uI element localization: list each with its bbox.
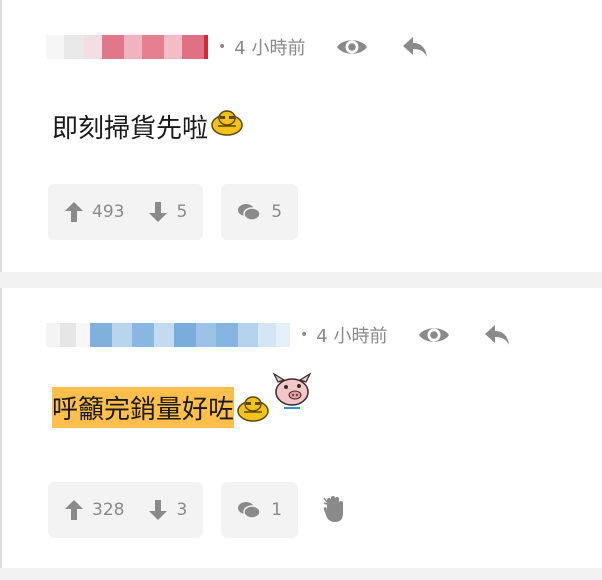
upvote-count: 328 — [92, 500, 125, 520]
author-name-blurred[interactable] — [46, 35, 208, 59]
duck-emoji-icon — [236, 394, 270, 431]
hand-icon[interactable] — [322, 482, 348, 538]
downvote-button[interactable]: 3 — [148, 499, 187, 521]
arrow-up-icon — [65, 202, 83, 222]
reply-arrow-icon[interactable] — [483, 323, 511, 347]
post-meta: • 4 小時前 — [290, 322, 387, 348]
post-text: 即刻掃貨先啦 — [52, 114, 209, 144]
upvote-button[interactable]: 493 — [64, 201, 124, 223]
arrow-up-icon — [65, 500, 83, 520]
downvote-count: 5 — [176, 202, 188, 222]
post-meta: • 4 小時前 — [208, 34, 305, 60]
upvote-count: 493 — [92, 202, 125, 222]
arrow-down-icon — [149, 500, 168, 520]
post-card: • 4 小時前 即刻掃貨先啦 493 5 5 — [0, 0, 602, 272]
post-card: • 4 小時前 呼籲完銷量好咗 328 3 1 — [0, 288, 602, 568]
post-actions: 328 3 1 — [48, 482, 348, 538]
post-time: 4 小時前 — [316, 326, 388, 347]
reply-arrow-icon[interactable] — [401, 35, 429, 59]
separator-dot: • — [300, 327, 309, 343]
vote-box: 493 5 — [48, 184, 204, 240]
downvote-button[interactable]: 5 — [148, 201, 187, 223]
chat-bubbles-icon — [238, 204, 262, 221]
post-content: 即刻掃貨先啦 — [52, 108, 244, 145]
eye-icon[interactable] — [335, 36, 369, 58]
reply-count-button[interactable]: 5 — [221, 184, 299, 240]
post-header: • 4 小時前 — [46, 32, 429, 62]
pig-emoji-icon — [272, 372, 312, 421]
post-header: • 4 小時前 — [46, 320, 511, 350]
reply-count: 5 — [271, 202, 283, 222]
post-time: 4 小時前 — [234, 38, 306, 59]
post-text-highlighted: 呼籲完銷量好咗 — [52, 387, 235, 428]
separator-dot: • — [218, 39, 227, 55]
arrow-down-icon — [149, 202, 168, 222]
reply-count: 1 — [271, 500, 283, 520]
author-name-blurred[interactable] — [46, 323, 290, 347]
downvote-count: 3 — [176, 500, 188, 520]
eye-icon[interactable] — [417, 324, 451, 346]
vote-box: 328 3 — [48, 482, 204, 538]
post-content: 呼籲完銷量好咗 — [52, 372, 312, 431]
chat-bubbles-icon — [238, 502, 262, 519]
post-actions: 493 5 5 — [48, 184, 299, 240]
duck-emoji-icon — [210, 108, 244, 145]
upvote-button[interactable]: 328 — [64, 499, 124, 521]
reply-count-button[interactable]: 1 — [221, 482, 299, 538]
